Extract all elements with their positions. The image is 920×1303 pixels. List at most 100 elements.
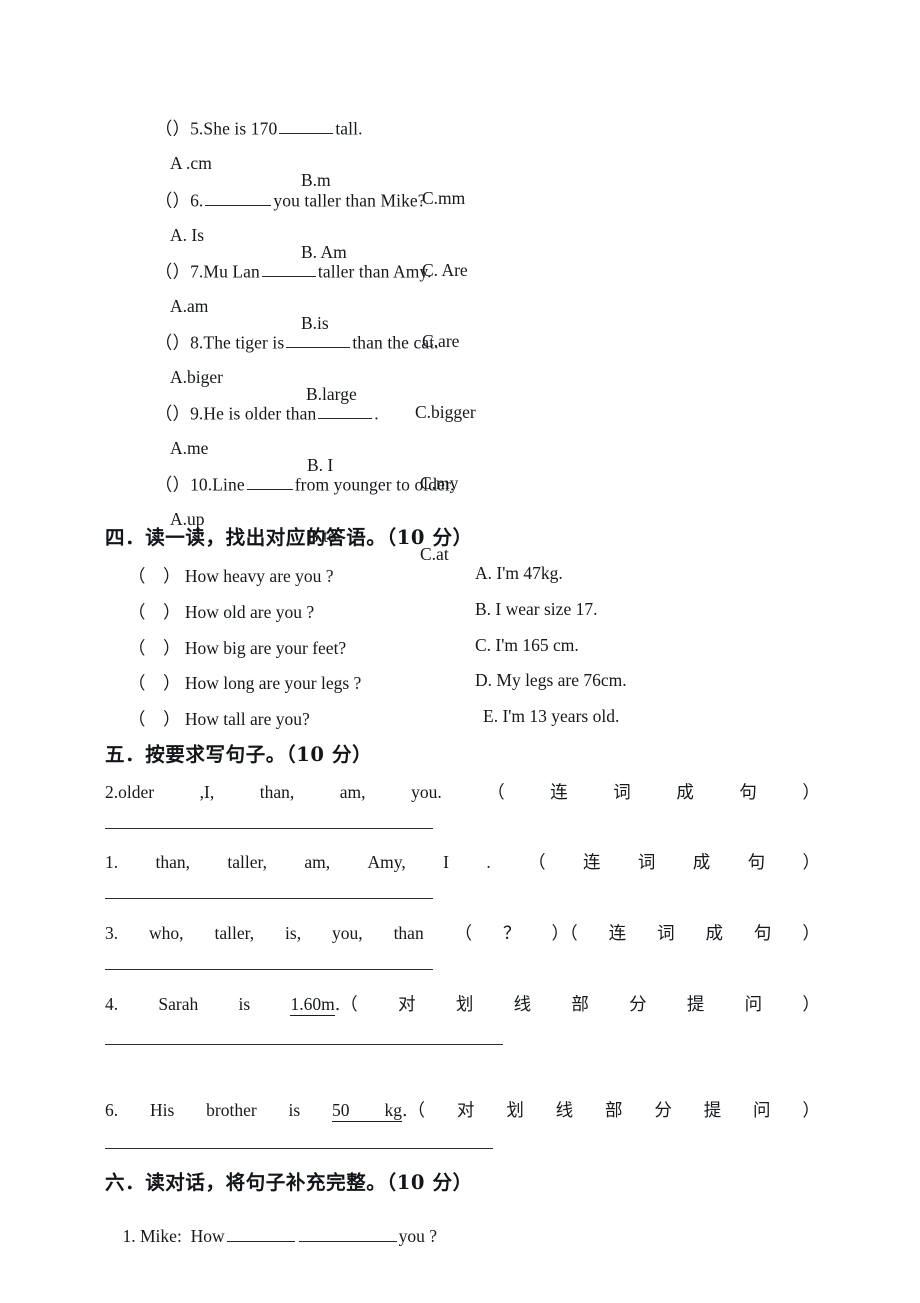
- rewrite-item-2-word-2: than,: [259, 782, 295, 802]
- mc-bracket-8: （: [154, 331, 173, 352]
- rewrite-item-6-instr-4: 部: [605, 1101, 623, 1121]
- mc-stem-before-7: Mu Lan: [203, 260, 260, 281]
- rewrite-item-6-underlined-group: 50 kg.（: [332, 1097, 425, 1122]
- mc-bracket-close-5: ）: [172, 117, 191, 138]
- dialogue-line-1-number: 1.: [122, 1226, 136, 1246]
- blank-q8: [286, 333, 351, 348]
- rewrite-item-6-instr-7: 问: [753, 1101, 771, 1121]
- dialogue-line-1-text-before: How: [190, 1226, 225, 1246]
- answer-rule-item-4[interactable]: [105, 1044, 503, 1045]
- section-five-heading: 五．按要求写句子。（10 分）: [105, 743, 373, 766]
- rewrite-item-1-number: 1.: [105, 852, 119, 872]
- rewrite-item-6-tail: .（: [402, 1101, 426, 1121]
- match-answer-b: B. I wear size 17.: [475, 599, 598, 619]
- mc-bracket-5: （: [154, 117, 173, 138]
- match-answer-e: E. I'm 13 years old.: [483, 706, 620, 726]
- rewrite-item-3: 3. who, taller, is, you, than （ ？ ）（ 连 词…: [105, 920, 820, 945]
- rewrite-item-2-word-1: ,I,: [199, 782, 215, 802]
- rewrite-item-4-instr-4: 部: [571, 995, 589, 1015]
- dialogue-blank-1[interactable]: [226, 1227, 295, 1242]
- rewrite-item-4-underlined: 1.60m: [290, 994, 335, 1016]
- rewrite-item-6-word-1: His: [149, 1100, 175, 1120]
- mc-option-5-c[interactable]: C.mm: [422, 189, 465, 208]
- rewrite-item-3-word-3: is,: [285, 923, 302, 943]
- mc-option-9-a[interactable]: A.me: [170, 439, 208, 458]
- answer-rule-item-3[interactable]: [105, 969, 433, 970]
- rewrite-item-6-paren-close: ）: [802, 1101, 820, 1121]
- answer-rule-item-6[interactable]: [105, 1148, 493, 1149]
- rewrite-item-4-instr-7: 问: [744, 995, 763, 1015]
- rewrite-item-6-instr-6: 提: [703, 1101, 722, 1121]
- rewrite-item-1-word-4: Amy,: [367, 852, 406, 872]
- rewrite-item-6-instr-1: 对: [456, 1101, 475, 1121]
- mc-stem-after-9: .: [374, 402, 379, 423]
- rewrite-item-3-instr-2: 词: [657, 924, 675, 944]
- rewrite-item-3-number: 3.: [105, 923, 119, 943]
- mc-option-8-a[interactable]: A.biger: [170, 368, 223, 387]
- rewrite-item-2-instr-1: 连: [550, 783, 568, 803]
- rewrite-item-1-word-1: than,: [155, 852, 191, 872]
- rewrite-item-6-instr-3: 线: [555, 1101, 574, 1121]
- mc-option-8-c[interactable]: C.bigger: [415, 403, 476, 422]
- rewrite-item-3-question-mark: ？: [503, 924, 521, 944]
- rewrite-item-4-instr-1: 对: [398, 995, 416, 1015]
- match-question-1[interactable]: （ ） How heavy are you ?: [128, 563, 334, 588]
- match-question-3[interactable]: （ ） How big are your feet?: [128, 635, 346, 660]
- rewrite-item-2-paren-open: （: [487, 783, 505, 803]
- rewrite-item-2: 2.older ,I, than, am, you. （ 连 词 成 句 ）: [105, 779, 820, 804]
- dialogue-line-1-text-after: you ?: [398, 1226, 437, 1246]
- rewrite-item-1-instr-4: 句: [747, 853, 766, 873]
- rewrite-item-3-word-1: who,: [149, 923, 184, 943]
- mc-stem-before-8: The tiger is: [203, 331, 285, 352]
- mc-bracket-close-6: ）: [172, 189, 191, 210]
- mc-option-6-a[interactable]: A. Is: [170, 226, 204, 245]
- rewrite-item-4-instr-5: 分: [629, 995, 647, 1015]
- answer-rule-item-2[interactable]: [105, 828, 433, 829]
- rewrite-item-3-paren-close: ）: [802, 924, 820, 944]
- rewrite-item-2-word-4: you.: [411, 782, 442, 802]
- rewrite-item-3-word-2: taller,: [214, 923, 255, 943]
- match-answer-c: C. I'm 165 cm.: [475, 635, 579, 655]
- rewrite-item-4-underlined-group: 1.60m.（: [290, 991, 358, 1016]
- match-question-2[interactable]: （ ） How old are you ?: [128, 599, 314, 624]
- dialogue-line-1: 1. Mike: How you ?: [105, 1205, 438, 1268]
- section-four-heading: 四．读一读，找出对应的答语。（10 分）: [105, 526, 473, 549]
- mc-number-8: 8.: [190, 331, 204, 352]
- blank-q7: [261, 262, 316, 277]
- rewrite-item-2-instr-2: 词: [613, 783, 631, 803]
- answer-rule-item-1[interactable]: [105, 898, 433, 899]
- mc-option-7-a[interactable]: A.am: [170, 297, 208, 316]
- rewrite-item-6-word-3: is: [288, 1100, 301, 1120]
- rewrite-item-1-paren-close: ）: [802, 853, 820, 873]
- rewrite-item-1-word-6: .: [486, 852, 491, 872]
- section-six-heading: 六．读对话，将句子补充完整。（10 分）: [105, 1171, 473, 1194]
- mc-bracket-10: （: [154, 473, 173, 494]
- rewrite-item-3-word-5: than: [393, 923, 424, 943]
- dialogue-line-1-speaker: Mike:: [140, 1226, 182, 1246]
- dialogue-blank-2[interactable]: [298, 1227, 397, 1242]
- rewrite-item-1-word-3: am,: [304, 852, 331, 872]
- mc-bracket-close-7: ）: [172, 260, 191, 281]
- mc-stem-after-8: than the cat.: [352, 331, 439, 352]
- mc-stem-before-9: He is older than: [203, 402, 317, 423]
- rewrite-item-6-number: 6.: [105, 1100, 119, 1120]
- rewrite-item-1-instr-2: 词: [637, 853, 656, 873]
- blank-q9: [318, 404, 373, 419]
- rewrite-item-4-tail: .（: [334, 995, 358, 1015]
- rewrite-item-4-instr-2: 划: [455, 995, 474, 1015]
- mc-number-9: 9.: [190, 402, 204, 423]
- rewrite-item-2-paren-close: ）: [802, 783, 820, 803]
- mc-stem-before-5: She is 170: [203, 117, 278, 138]
- mc-option-5-a[interactable]: A .cm: [170, 154, 212, 173]
- rewrite-item-1-paren-open: （: [528, 853, 546, 873]
- match-question-4[interactable]: （ ） How long are your legs ?: [128, 670, 361, 695]
- mc-stem-after-6: you taller than Mike?: [273, 189, 426, 210]
- rewrite-item-4-word-2: is: [238, 994, 251, 1014]
- rewrite-item-6-underlined: 50 kg: [332, 1100, 403, 1122]
- match-answer-a: A. I'm 47kg.: [475, 563, 563, 583]
- rewrite-item-3-paren-open: （: [454, 924, 473, 944]
- rewrite-item-2-instr-4: 句: [739, 783, 757, 803]
- mc-number-10: 10.: [190, 473, 213, 494]
- match-question-5[interactable]: （ ） How tall are you?: [128, 706, 310, 731]
- blank-q6: [205, 191, 272, 206]
